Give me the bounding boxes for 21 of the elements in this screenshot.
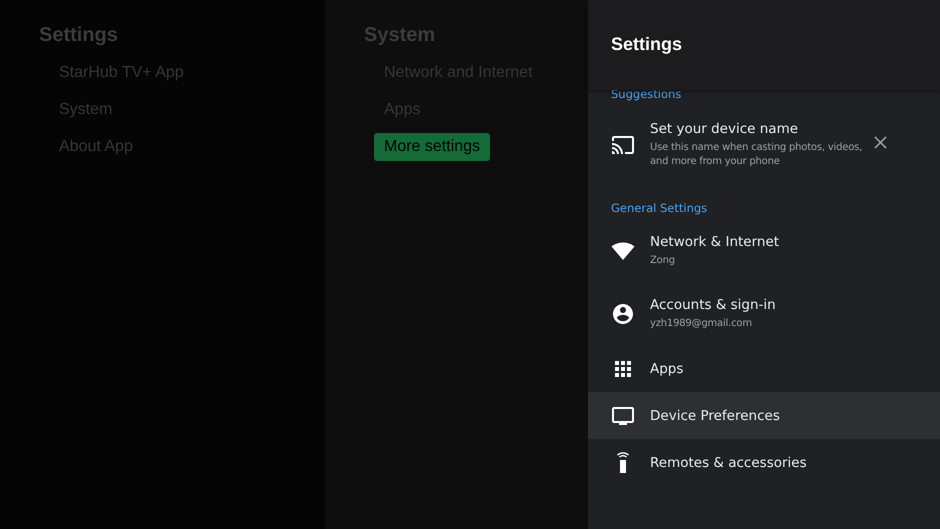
item-title: Set your device name: [650, 121, 800, 137]
account-icon: [611, 302, 635, 326]
settings-item[interactable]: Device Preferences: [588, 392, 940, 439]
close-icon[interactable]: [874, 136, 887, 148]
settings-item[interactable]: Apps: [588, 345, 940, 392]
item-subtitle: Use this name when casting photos, videos, and more from your phone: [650, 141, 864, 169]
item-title: Accounts & sign-in: [650, 296, 777, 312]
settings-item[interactable]: Set your device name Use this name when casting photos, videos, and more from your phone: [588, 105, 940, 185]
item-title: Remotes & accessories: [650, 454, 808, 470]
settings-item[interactable]: Remotes & accessories: [588, 439, 940, 486]
section-heading: General Settings: [610, 200, 708, 215]
settings-item[interactable]: Network & Internet Zong: [588, 219, 940, 282]
section-heading: Suggestions: [610, 86, 682, 101]
settings-item[interactable]: Accounts & sign-in yzh1989@gmail.com: [588, 282, 940, 345]
item-title: Device Preferences: [650, 408, 781, 424]
item-title: Apps: [650, 360, 684, 376]
item-subtitle: Zong: [650, 254, 676, 268]
item-title: Network & Internet: [650, 234, 780, 250]
cast-icon: [611, 133, 635, 157]
panel-title: Settings: [611, 34, 682, 54]
item-subtitle: yzh1989@gmail.com: [650, 316, 753, 330]
